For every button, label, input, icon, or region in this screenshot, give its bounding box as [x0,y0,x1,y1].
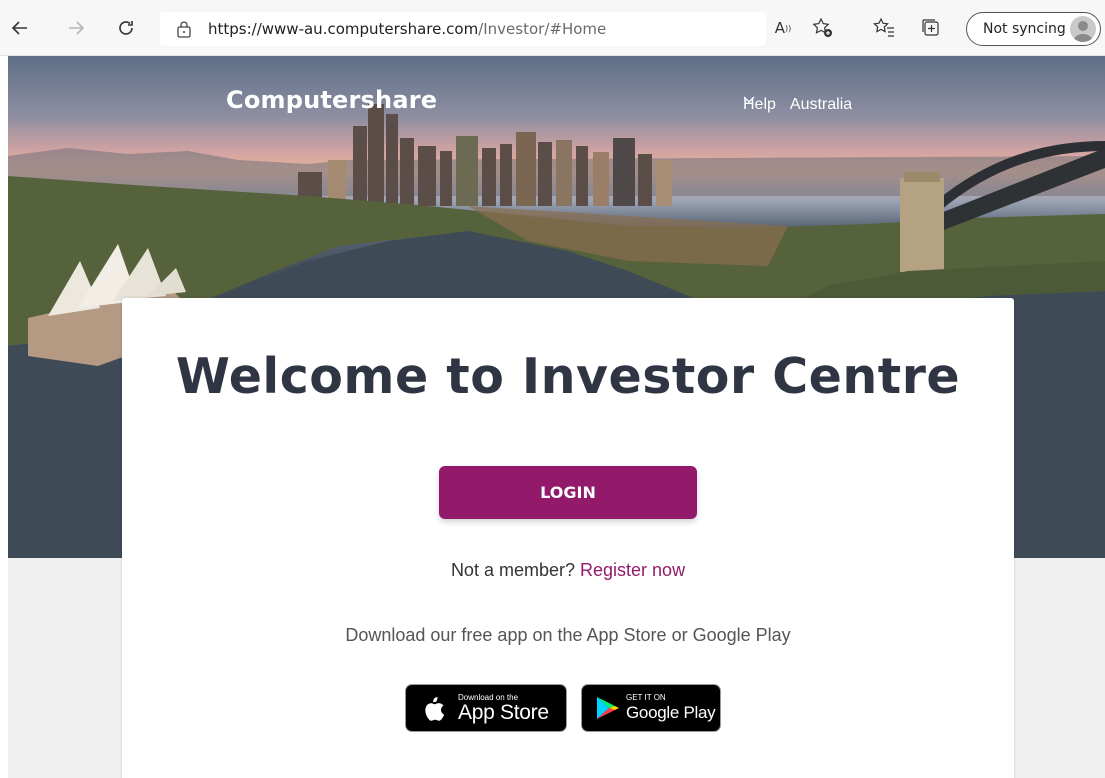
url-text: https://www-au.computershare.com/Investo… [208,20,607,38]
register-link[interactable]: Register now [580,560,685,580]
page-title: Welcome to Investor Centre [175,348,961,405]
google-play-text: GET IT ON Google Play [626,692,716,724]
login-button[interactable]: LOGIN [439,466,697,519]
country-label: Australia [789,96,853,113]
app-store-text: Download on the App Store [458,693,549,724]
google-play-small-text: GET IT ON [626,692,666,702]
favorites-icon[interactable] [871,16,897,40]
top-nav: Help Australia [743,96,852,114]
apple-icon [425,697,445,721]
member-prompt-text: Not a member? [450,560,575,580]
app-store-badge[interactable]: Download on the App Store [405,684,567,732]
download-app-text: Download our free app on the App Store o… [345,625,791,645]
google-play-icon [597,697,619,719]
refresh-icon[interactable] [114,16,138,40]
back-icon[interactable] [8,16,32,40]
page: Computershare Help Australia Welcome to … [8,56,1105,778]
add-favorite-icon[interactable] [810,16,836,40]
read-aloud-icon[interactable]: A)) [770,16,796,40]
login-card: Welcome to Investor Centre LOGIN Not a m… [122,298,1014,778]
browser-toolbar: https://www-au.computershare.com/Investo… [0,0,1105,56]
address-bar[interactable]: https://www-au.computershare.com/Investo… [160,12,766,46]
sync-label: Not syncing [983,21,1066,37]
computershare-logo[interactable]: Computershare [226,86,437,114]
forward-icon[interactable] [64,16,88,40]
register-prompt: Not a member? Register now [122,560,1014,581]
google-play-badge[interactable]: GET IT ON Google Play [581,684,721,732]
google-play-big-text: Google Play [626,702,716,722]
app-store-big-text: App Store [458,700,549,724]
country-selector[interactable]: Australia [743,96,853,114]
profile-avatar-icon [1070,16,1096,42]
collections-icon[interactable] [918,16,944,40]
chevron-down-icon [743,96,755,103]
sync-status-button[interactable]: Not syncing [966,12,1101,46]
lock-icon[interactable] [174,19,194,39]
